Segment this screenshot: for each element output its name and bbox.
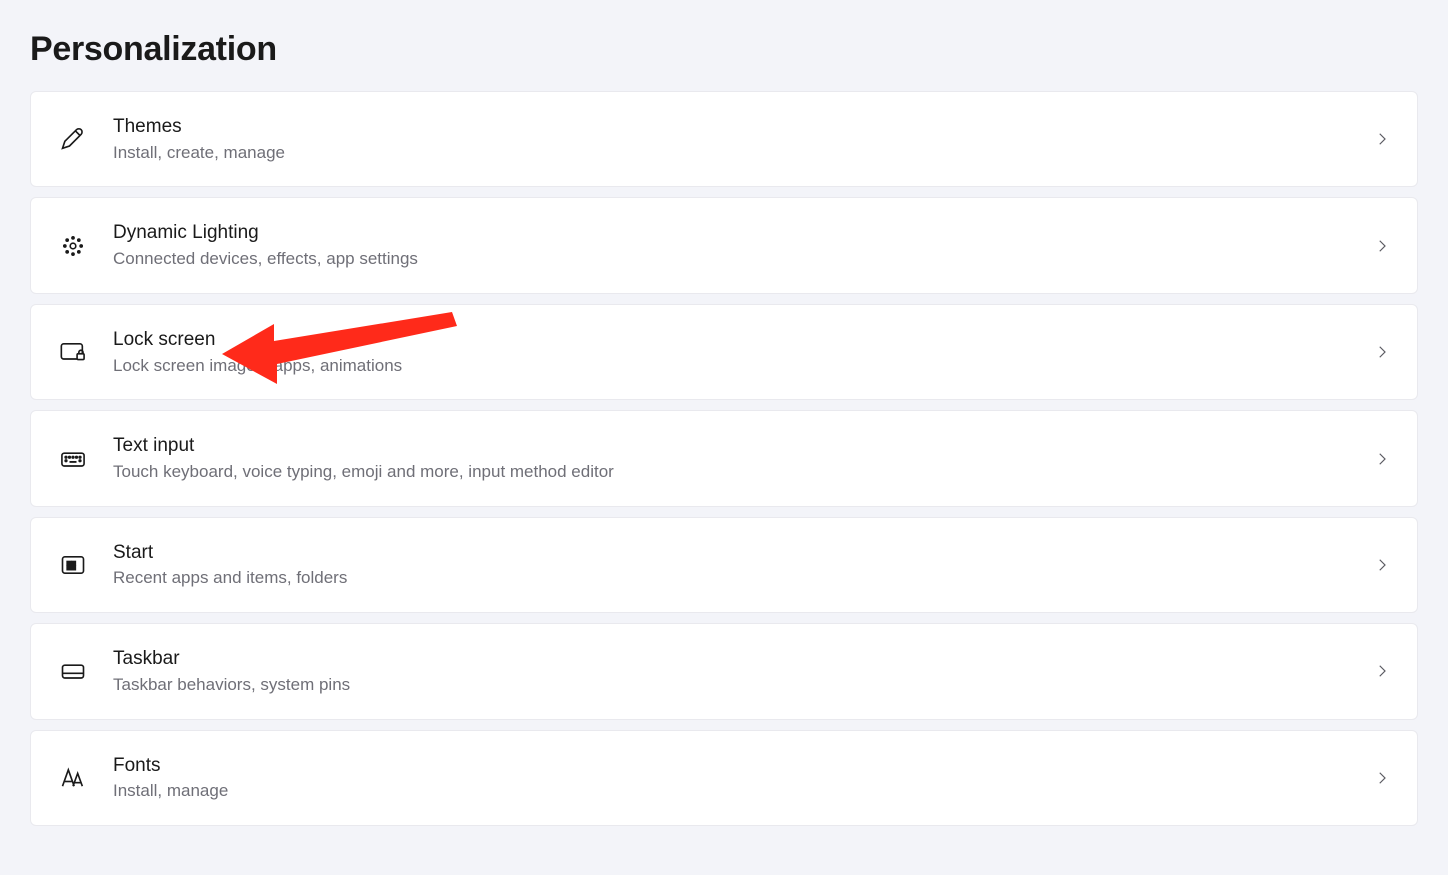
row-title: Taskbar bbox=[113, 646, 1357, 672]
chevron-right-icon bbox=[1373, 237, 1391, 255]
row-text: Taskbar Taskbar behaviors, system pins bbox=[113, 646, 1357, 696]
settings-row-fonts[interactable]: Fonts Install, manage bbox=[30, 730, 1418, 826]
chevron-right-icon bbox=[1373, 662, 1391, 680]
row-title: Text input bbox=[113, 433, 1357, 459]
start-icon bbox=[51, 543, 95, 587]
row-title: Dynamic Lighting bbox=[113, 220, 1357, 246]
settings-list: Themes Install, create, manage bbox=[30, 91, 1418, 826]
fonts-icon bbox=[51, 756, 95, 800]
row-title: Themes bbox=[113, 114, 1357, 140]
paintbrush-icon bbox=[51, 117, 95, 161]
row-text: Text input Touch keyboard, voice typing,… bbox=[113, 433, 1357, 483]
chevron-right-icon bbox=[1373, 769, 1391, 787]
row-subtitle: Lock screen images, apps, animations bbox=[113, 354, 1357, 378]
taskbar-icon bbox=[51, 649, 95, 693]
chevron-right-icon bbox=[1373, 556, 1391, 574]
row-text: Fonts Install, manage bbox=[113, 753, 1357, 803]
row-subtitle: Install, manage bbox=[113, 779, 1357, 803]
row-text: Dynamic Lighting Connected devices, effe… bbox=[113, 220, 1357, 270]
settings-row-dynamic-lighting[interactable]: Dynamic Lighting Connected devices, effe… bbox=[30, 197, 1418, 293]
row-subtitle: Install, create, manage bbox=[113, 141, 1357, 165]
row-title: Fonts bbox=[113, 753, 1357, 779]
row-subtitle: Recent apps and items, folders bbox=[113, 566, 1357, 590]
keyboard-icon bbox=[51, 437, 95, 481]
row-title: Start bbox=[113, 540, 1357, 566]
row-text: Themes Install, create, manage bbox=[113, 114, 1357, 164]
settings-row-lock-screen[interactable]: Lock screen Lock screen images, apps, an… bbox=[30, 304, 1418, 400]
row-subtitle: Touch keyboard, voice typing, emoji and … bbox=[113, 460, 1357, 484]
row-title: Lock screen bbox=[113, 327, 1357, 353]
page-title: Personalization bbox=[30, 30, 1418, 69]
settings-row-start[interactable]: Start Recent apps and items, folders bbox=[30, 517, 1418, 613]
row-text: Start Recent apps and items, folders bbox=[113, 540, 1357, 590]
row-subtitle: Taskbar behaviors, system pins bbox=[113, 673, 1357, 697]
row-subtitle: Connected devices, effects, app settings bbox=[113, 247, 1357, 271]
settings-row-themes[interactable]: Themes Install, create, manage bbox=[30, 91, 1418, 187]
dynamic-lighting-icon bbox=[51, 224, 95, 268]
row-text: Lock screen Lock screen images, apps, an… bbox=[113, 327, 1357, 377]
settings-row-taskbar[interactable]: Taskbar Taskbar behaviors, system pins bbox=[30, 623, 1418, 719]
chevron-right-icon bbox=[1373, 130, 1391, 148]
lock-screen-icon bbox=[51, 330, 95, 374]
settings-row-text-input[interactable]: Text input Touch keyboard, voice typing,… bbox=[30, 410, 1418, 506]
chevron-right-icon bbox=[1373, 343, 1391, 361]
chevron-right-icon bbox=[1373, 450, 1391, 468]
